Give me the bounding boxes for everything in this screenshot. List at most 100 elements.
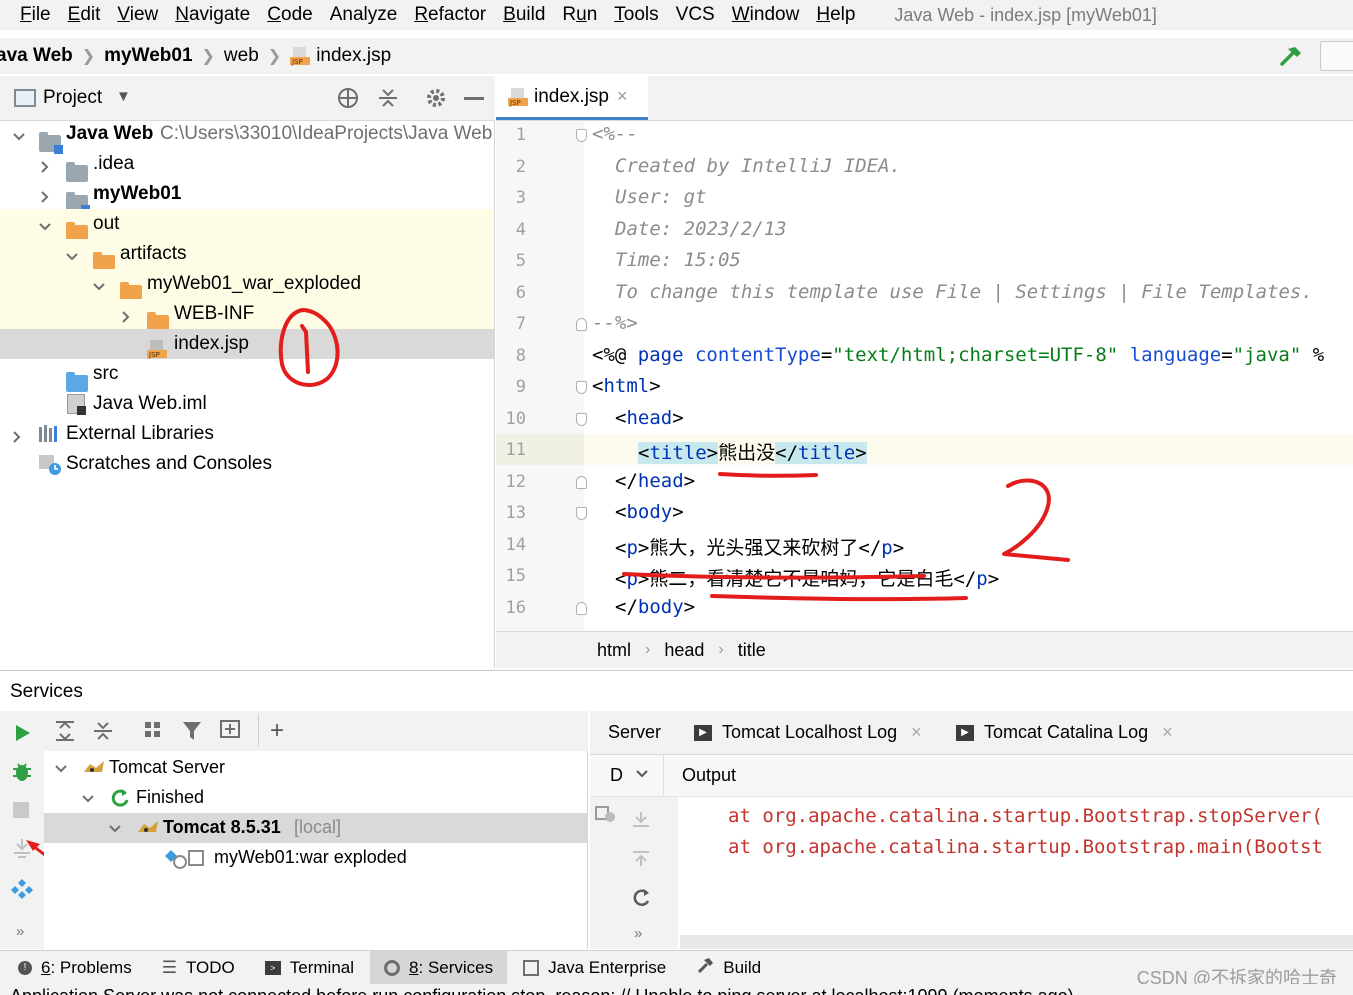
breadcrumb-head[interactable]: head: [664, 640, 704, 661]
fold-marker-icon[interactable]: [576, 476, 587, 489]
chevron-down-icon[interactable]: [92, 278, 106, 292]
close-icon[interactable]: ×: [1162, 722, 1173, 743]
tree-row-src[interactable]: src: [0, 359, 494, 392]
build-hammer-icon[interactable]: [1278, 44, 1304, 73]
tree-row-index-jsp[interactable]: JSP index.jsp: [0, 329, 494, 359]
close-icon[interactable]: ×: [911, 722, 922, 743]
code-line-2[interactable]: Created by IntelliJ IDEA.: [615, 155, 901, 177]
fold-marker-icon[interactable]: [576, 602, 587, 615]
code-line-7[interactable]: --%>: [592, 312, 638, 334]
code-line-3[interactable]: User: gt: [615, 186, 707, 208]
fold-marker-icon[interactable]: [576, 318, 587, 331]
menu-help[interactable]: Help: [816, 4, 855, 26]
code-line-6[interactable]: To change this template use File | Setti…: [615, 281, 1313, 303]
tree-row-iml[interactable]: Java Web.iml: [0, 389, 494, 419]
crumb-module[interactable]: myWeb01: [104, 45, 192, 67]
chevron-right-icon[interactable]: [38, 188, 52, 203]
chevron-down-icon[interactable]: [81, 790, 95, 811]
menu-window[interactable]: Window: [732, 4, 800, 26]
tab-catalina-log[interactable]: ▶ Tomcat Catalina Log ×: [956, 711, 1173, 754]
new-service-icon[interactable]: [219, 719, 243, 746]
stop-icon[interactable]: [13, 802, 29, 818]
add-icon[interactable]: +: [270, 717, 284, 745]
toolwindow-build[interactable]: Build: [696, 956, 761, 979]
chevron-right-icon[interactable]: [10, 428, 24, 443]
tool-icon[interactable]: [11, 877, 33, 904]
editor-tab-index-jsp[interactable]: JSP index.jsp ×: [496, 76, 648, 120]
fold-marker-icon[interactable]: [576, 413, 587, 426]
project-title[interactable]: Project: [43, 87, 102, 109]
fold-marker-icon[interactable]: [576, 129, 587, 142]
code-line-10[interactable]: <head>: [615, 407, 684, 429]
more-icon[interactable]: »: [16, 923, 24, 940]
menu-tools[interactable]: Tools: [614, 4, 658, 26]
tree-row-tomcat-server[interactable]: Tomcat Server: [44, 753, 587, 783]
code-line-5[interactable]: Time: 15:05: [615, 249, 741, 271]
horizontal-scrollbar[interactable]: [680, 935, 1353, 949]
code-line-9[interactable]: <html>: [592, 375, 661, 397]
code-line-1[interactable]: <%--: [592, 123, 638, 145]
tree-row-war-exploded[interactable]: myWeb01_war_exploded: [0, 269, 494, 302]
chevron-down-icon[interactable]: ▼: [116, 88, 131, 105]
toolwindow-todo[interactable]: ☰ TODO: [162, 958, 235, 978]
tree-row-java-web[interactable]: Java Web C:\Users\33010\IdeaProjects\Jav…: [0, 119, 494, 154]
code-line-8[interactable]: <%@ page contentType="text/html;charset=…: [592, 344, 1324, 366]
undeploy-icon[interactable]: [630, 847, 652, 874]
menu-run[interactable]: Run: [562, 4, 597, 26]
collapse-all-icon[interactable]: [92, 720, 114, 747]
menu-analyze[interactable]: Analyze: [330, 4, 398, 26]
expand-all-icon[interactable]: [54, 720, 76, 747]
filter-icon[interactable]: [181, 720, 205, 747]
breadcrumb-html[interactable]: html: [597, 640, 631, 661]
menu-view[interactable]: View: [117, 4, 158, 26]
debug-icon[interactable]: [11, 761, 33, 788]
chevron-right-icon[interactable]: [119, 308, 133, 323]
chevron-down-icon[interactable]: [65, 248, 79, 262]
fold-marker-icon[interactable]: [576, 381, 587, 394]
toolwindow-terminal[interactable]: > Terminal: [264, 958, 354, 978]
redeploy-icon[interactable]: [630, 809, 652, 836]
hide-icon[interactable]: [464, 97, 484, 100]
run-config-selector[interactable]: [1320, 41, 1353, 71]
output-console[interactable]: at org.apache.catalina.startup.Bootstrap…: [678, 797, 1353, 949]
code-line-4[interactable]: Date: 2023/2/13: [615, 218, 787, 240]
chevron-right-icon[interactable]: [38, 158, 52, 173]
run-icon[interactable]: [14, 723, 32, 748]
tree-row-artifact[interactable]: myWeb01:war exploded: [44, 843, 587, 873]
toolwindow-java-enterprise[interactable]: Java Enterprise: [523, 958, 666, 978]
menu-refactor[interactable]: Refactor: [414, 4, 486, 26]
locate-icon[interactable]: [336, 86, 360, 115]
chevron-down-icon[interactable]: [12, 128, 26, 142]
crumb-web[interactable]: web: [224, 45, 259, 67]
menu-code[interactable]: Code: [267, 4, 312, 26]
menu-edit[interactable]: Edit: [68, 4, 101, 26]
menu-build[interactable]: Build: [503, 4, 545, 26]
breadcrumb-title[interactable]: title: [738, 640, 766, 661]
tab-localhost-log[interactable]: ▶ Tomcat Localhost Log ×: [694, 711, 922, 754]
toolwindow-services[interactable]: 8: Services: [370, 950, 508, 985]
menu-vcs[interactable]: VCS: [676, 4, 715, 26]
group-icon[interactable]: [143, 720, 165, 747]
chevron-down-icon[interactable]: [108, 820, 122, 841]
tree-row-artifacts[interactable]: artifacts: [0, 239, 494, 272]
fold-marker-icon[interactable]: [576, 507, 587, 520]
tree-row-web-inf[interactable]: WEB-INF: [0, 299, 494, 332]
toolwindow-problems[interactable]: ! 6: Problems: [18, 958, 132, 978]
deploy-dropdown[interactable]: D: [590, 755, 664, 796]
chevron-down-icon[interactable]: [38, 218, 52, 232]
deploy-icon[interactable]: [594, 803, 618, 830]
menu-file[interactable]: File: [20, 4, 51, 26]
tree-row-tomcat-instance[interactable]: Tomcat 8.5.31 [local]: [44, 813, 587, 843]
collapse-all-icon[interactable]: [376, 86, 400, 115]
gear-icon[interactable]: [424, 86, 448, 115]
tree-row-scratches[interactable]: Scratches and Consoles: [0, 449, 494, 479]
tree-row-finished[interactable]: Finished: [44, 783, 587, 813]
crumb-project[interactable]: ava Web: [0, 45, 73, 67]
tree-row-external-libraries[interactable]: External Libraries: [0, 419, 494, 449]
tab-server[interactable]: Server: [590, 711, 678, 754]
more-icon[interactable]: »: [634, 925, 642, 942]
tree-row-myweb01[interactable]: myWeb01: [0, 179, 494, 214]
tree-row-idea[interactable]: .idea: [0, 149, 494, 182]
chevron-down-icon[interactable]: [54, 760, 68, 781]
refresh-icon[interactable]: [630, 887, 652, 914]
